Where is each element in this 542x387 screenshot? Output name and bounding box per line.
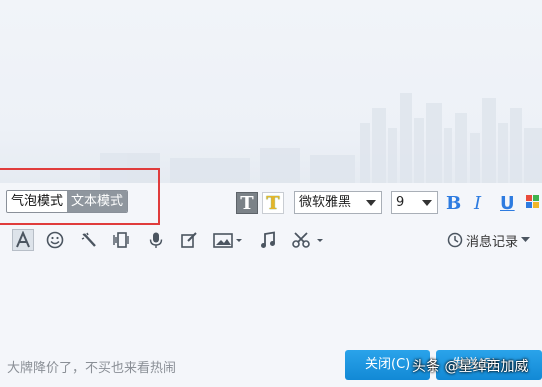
screen-shake-icon[interactable] xyxy=(110,229,132,251)
emoji-icon[interactable] xyxy=(44,229,66,251)
font-size-select[interactable]: 9 xyxy=(391,191,438,214)
close-button-label: 关闭(C) xyxy=(365,357,411,372)
microphone-icon[interactable] xyxy=(145,229,167,251)
font-family-select[interactable]: 微软雅黑 xyxy=(294,191,382,214)
underline-button[interactable]: U xyxy=(500,193,515,214)
watermark: 头条 @星绰西加威 xyxy=(412,359,529,375)
message-history-label: 消息记录 xyxy=(466,234,519,250)
chevron-down-icon xyxy=(521,237,531,242)
message-input[interactable]: 大牌降价了，不买也来看热闹 xyxy=(7,357,176,376)
font-size-value: 9 xyxy=(396,195,405,210)
edit-icon[interactable] xyxy=(178,229,200,251)
chat-history-area xyxy=(0,0,542,183)
message-history-button[interactable]: 消息记录 xyxy=(447,230,531,250)
bubble-mode-button[interactable]: 气泡模式 xyxy=(7,191,68,212)
magic-wand-icon[interactable] xyxy=(78,229,100,251)
chevron-down-icon xyxy=(366,200,376,206)
bold-button[interactable]: B xyxy=(446,193,461,214)
font-family-value: 微软雅黑 xyxy=(299,195,352,210)
scissors-icon[interactable] xyxy=(289,229,327,251)
music-icon[interactable] xyxy=(257,229,279,251)
font-icon[interactable] xyxy=(12,229,34,251)
skyline-background xyxy=(100,93,542,183)
chevron-down-icon xyxy=(422,200,432,206)
font-color-icon[interactable]: T xyxy=(262,192,284,214)
italic-button[interactable]: I xyxy=(474,193,481,214)
image-icon[interactable] xyxy=(210,229,246,251)
color-grid-icon[interactable] xyxy=(526,195,540,209)
clock-icon xyxy=(447,232,463,248)
text-mode-button[interactable]: 文本模式 xyxy=(67,191,128,212)
mode-switch: 气泡模式 文本模式 xyxy=(6,190,129,213)
font-style-icon[interactable]: T xyxy=(236,192,258,214)
